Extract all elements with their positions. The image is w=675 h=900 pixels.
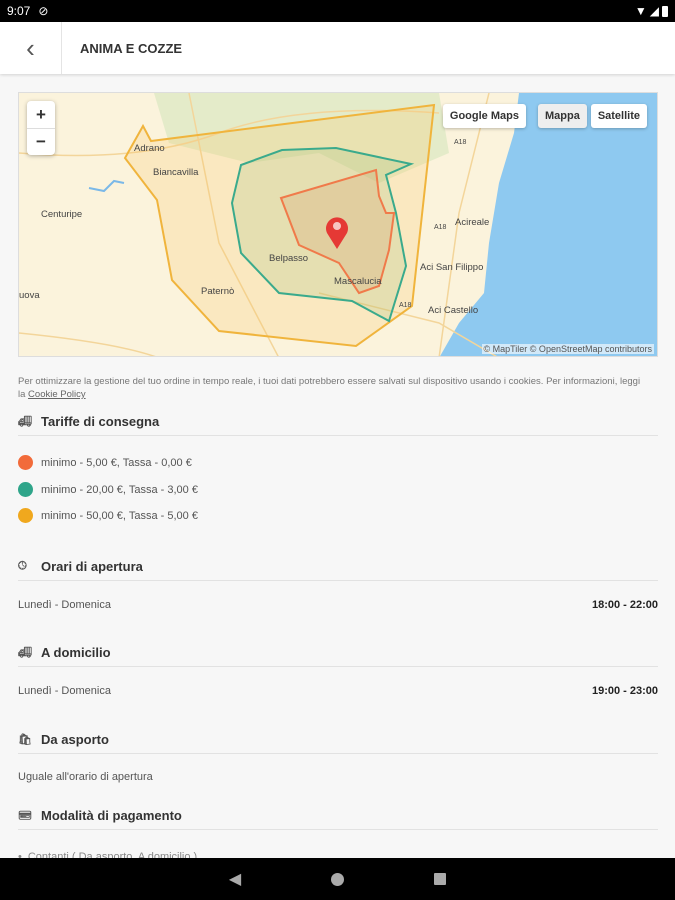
section-title: Da asporto [41,732,109,747]
map-attribution[interactable]: © MapTiler © OpenStreetMap contributors [481,344,654,354]
fee-item: minimo - 5,00 €, Tassa - 0,00 € [18,455,192,470]
google-maps-button[interactable]: Google Maps [442,104,526,128]
fee-item: minimo - 50,00 €, Tassa - 5,00 € [18,508,198,523]
delivery-map[interactable]: Adrano Biancavilla Centuripe Belpasso Pa… [18,92,658,357]
map-type-controls: Google Maps Mappa Satellite [442,104,647,128]
battery-icon [662,5,668,17]
road-label: A18 [454,139,467,146]
road-label: A18 [399,302,412,309]
back-button[interactable]: ‹ [0,22,62,74]
days: Lunedì - Domenica [18,599,111,611]
wallet-icon: 💳︎ [18,810,32,822]
home-nav-icon[interactable] [331,872,345,886]
section-header-fees: 🚚︎ Tariffe di consegna [18,408,658,436]
section-header-payment: 💳︎ Modalità di pagamento [18,802,658,830]
satellite-view-button[interactable]: Satellite [590,104,647,128]
page-title: ANIMA E COZZE [80,40,183,56]
hours: 18:00 - 22:00 [591,599,658,611]
hours: 19:00 - 23:00 [591,685,658,697]
opening-row: Lunedì - Domenica 18:00 - 22:00 [18,599,658,611]
place-label: uova [19,290,40,301]
place-label: Biancavilla [153,167,199,178]
do-not-disturb-icon: ⊘ [38,4,49,18]
fee-item: minimo - 20,00 €, Tassa - 3,00 € [18,482,198,497]
status-bar: 9:07 ⊘ ▼ ◢ [0,0,675,22]
zoom-in-button[interactable]: + [27,101,55,128]
fee-label: minimo - 20,00 €, Tassa - 3,00 € [41,483,198,496]
cookie-policy-link[interactable]: Cookie Policy [28,389,86,400]
road-label: A18 [434,224,447,231]
section-header-takeaway: 🛍︎ Da asporto [18,726,658,754]
navigation-bar: ◀ [0,858,675,900]
section-title: Orari di apertura [41,559,143,574]
days: Lunedì - Domenica [18,685,111,697]
map-view-button[interactable]: Mappa [537,104,587,128]
wifi-icon: ▼ [634,4,647,18]
place-label: Acireale [455,217,489,228]
fee-label: minimo - 5,00 €, Tassa - 0,00 € [41,456,192,469]
cookie-notice: Per ottimizzare la gestione del tuo ordi… [18,375,648,401]
place-label: Paternò [201,286,234,297]
signal-icon: ◢ [649,4,659,18]
recents-nav-icon[interactable] [434,873,447,885]
place-label: Aci San Filippo [420,262,483,273]
orange-zone-dot [18,455,33,470]
takeaway-row: Uguale all'orario di apertura [18,771,658,783]
place-label: Mascalucia [334,276,382,287]
green-zone-dot [18,482,33,497]
place-label: Centuripe [41,209,82,220]
back-nav-icon[interactable]: ◀ [229,869,241,889]
shopping-bag-icon: 🛍︎ [18,734,32,746]
section-header-delivery: 🚚︎ A domicilio [18,639,658,667]
section-header-opening: 🕓︎ Orari di apertura [18,553,658,581]
truck-icon: 🚚︎ [18,647,32,659]
clock: 9:07 [7,4,31,18]
zoom-out-button[interactable]: − [27,128,55,155]
app-bar: ‹ ANIMA E COZZE [0,22,675,74]
cookie-text: Per ottimizzare la gestione del tuo ordi… [18,376,641,400]
yellow-zone-dot [18,508,33,523]
river [88,179,125,193]
truck-icon: 🚚︎ [18,416,32,428]
section-title: A domicilio [41,645,111,660]
map-canvas: Adrano Biancavilla Centuripe Belpasso Pa… [19,93,657,356]
zoom-controls: + − [27,101,55,155]
chevron-left-icon: ‹ [26,32,35,63]
clock-icon: 🕓︎ [18,560,27,572]
section-title: Modalità di pagamento [41,808,182,823]
fee-label: minimo - 50,00 €, Tassa - 5,00 € [41,509,198,522]
delivery-row: Lunedì - Domenica 19:00 - 23:00 [18,685,658,697]
takeaway-text: Uguale all'orario di apertura [18,771,153,783]
place-label: Belpasso [269,253,308,264]
place-label: Aci Castello [428,305,478,316]
section-title: Tariffe di consegna [41,414,160,429]
place-label: Adrano [134,143,165,154]
